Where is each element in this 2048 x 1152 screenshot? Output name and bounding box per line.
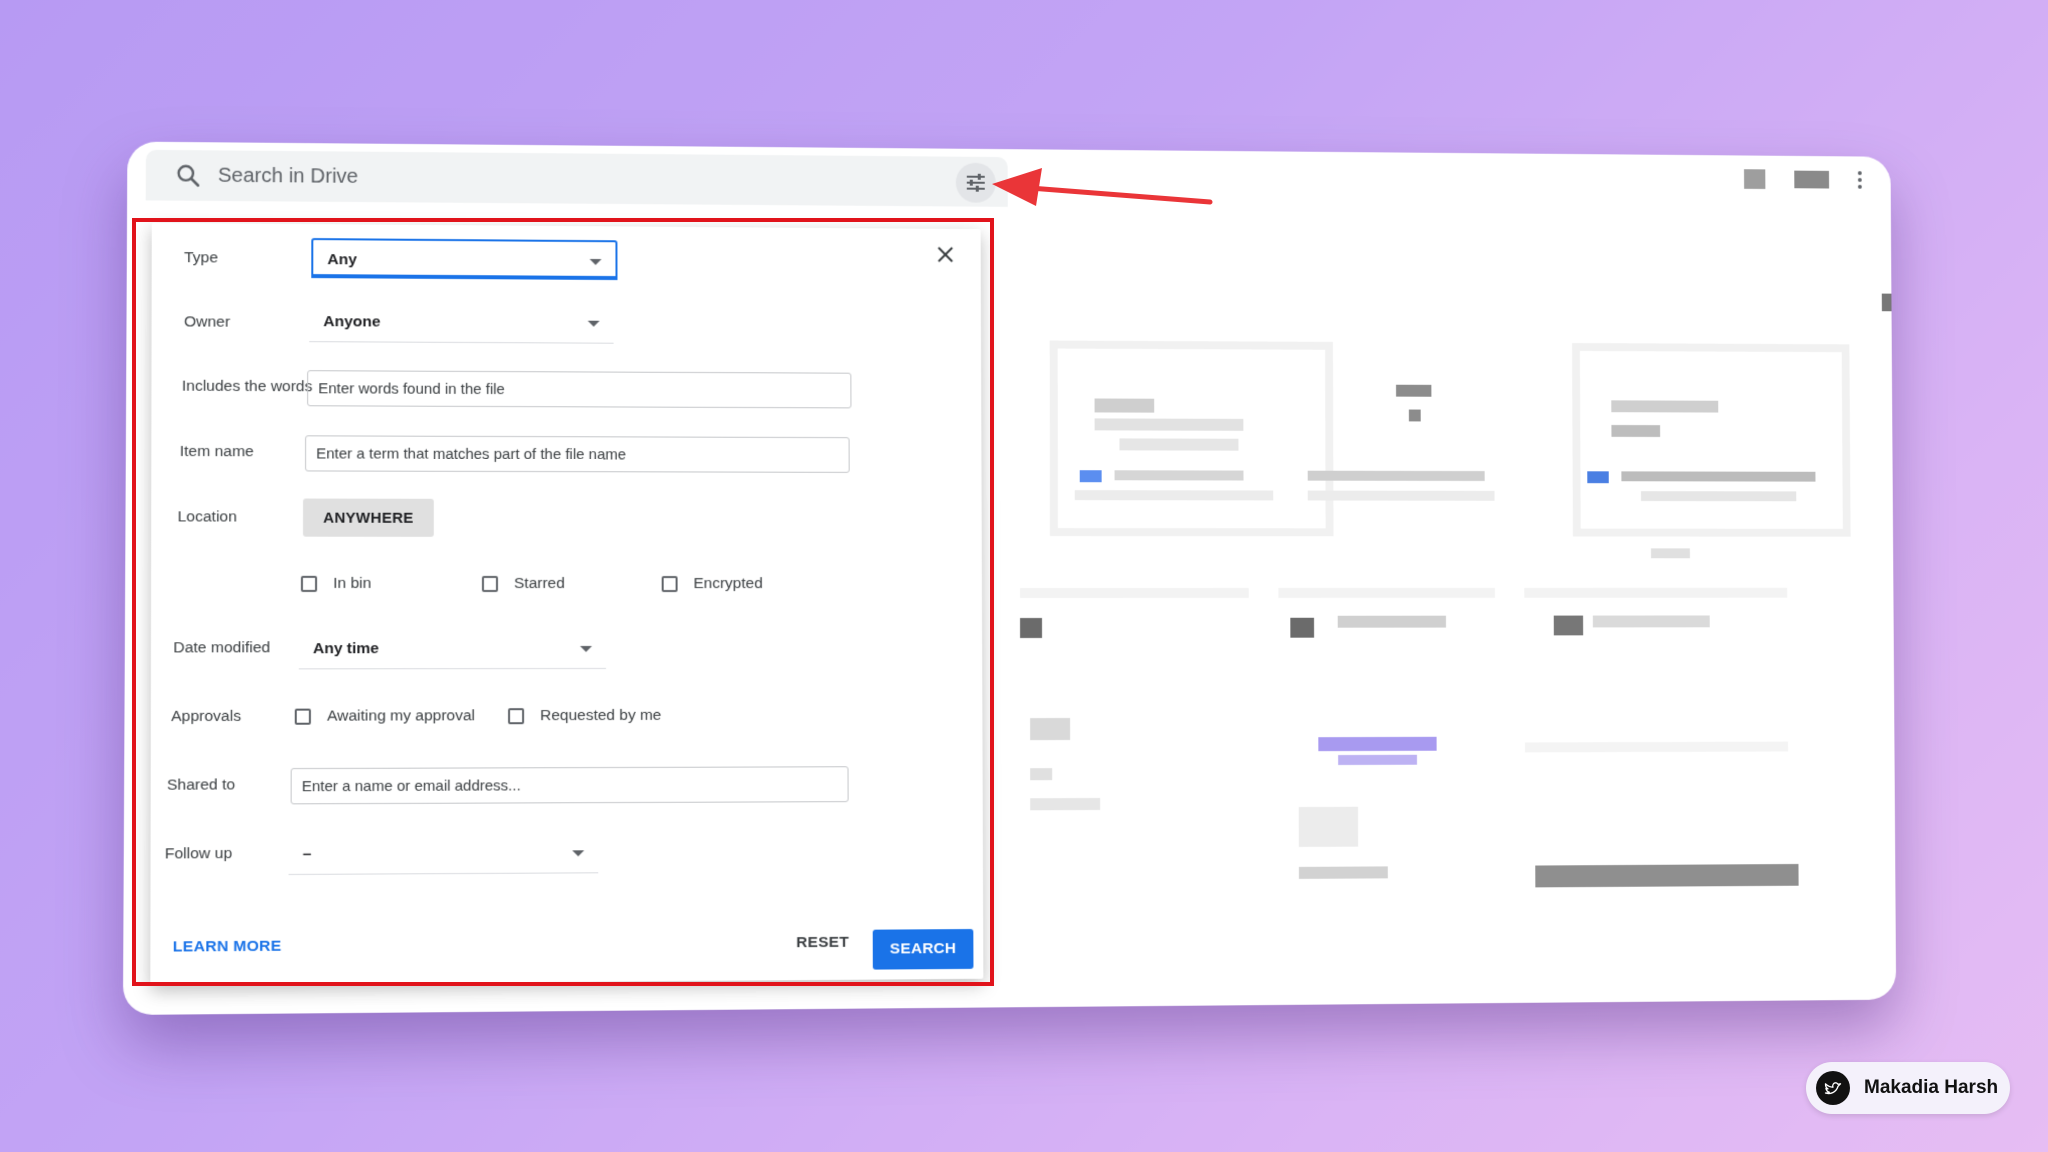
requested-by-me-checkbox[interactable]: Requested by me [508, 707, 661, 725]
more-vert-icon[interactable] [1857, 171, 1862, 189]
reset-button[interactable]: RESET [796, 934, 849, 952]
header-icons [1744, 169, 1862, 190]
item-name-row: Item name Enter a term that matches part… [151, 431, 981, 477]
checkbox-icon [294, 708, 311, 725]
author-name: Makadia Harsh [1864, 1077, 1999, 1098]
item-name-label: Item name [179, 442, 254, 461]
location-anywhere-button[interactable]: ANYWHERE [302, 498, 434, 537]
dropdown-arrow-icon [587, 320, 600, 327]
follow-up-value: – [302, 845, 312, 863]
awaiting-approval-label: Awaiting my approval [327, 707, 476, 725]
requested-by-me-label: Requested by me [540, 706, 662, 725]
checkbox-icon [300, 575, 318, 592]
owner-value: Anyone [323, 313, 381, 331]
flags-row: In bin Starred Encrypted [151, 563, 982, 607]
item-name-input[interactable]: Enter a term that matches part of the fi… [305, 435, 850, 473]
date-modified-value: Any time [312, 640, 379, 658]
shared-to-label: Shared to [166, 776, 236, 794]
shared-to-input[interactable]: Enter a name or email address... [290, 766, 849, 805]
encrypted-label: Encrypted [693, 575, 763, 593]
tune-icon [964, 171, 988, 195]
starred-label: Starred [513, 574, 565, 593]
approvals-row: Approvals Awaiting my approval Requested… [151, 694, 983, 740]
in-bin-checkbox[interactable]: In bin [300, 574, 372, 593]
follow-up-dropdown[interactable]: – [288, 833, 599, 875]
author-badge: Makadia Harsh [1806, 1062, 2010, 1114]
checkbox-icon [508, 708, 525, 725]
owner-row: Owner Anyone [152, 301, 981, 349]
location-row: Location ANYWHERE [151, 496, 982, 541]
location-label: Location [177, 508, 237, 526]
annotation-arrow [992, 168, 1213, 206]
help-icon[interactable] [1744, 169, 1766, 189]
follow-up-label: Follow up [164, 844, 233, 863]
type-label: Type [184, 249, 219, 267]
approvals-label: Approvals [171, 707, 242, 726]
owner-label: Owner [183, 313, 231, 331]
date-modified-label: Date modified [173, 639, 271, 657]
settings-icon[interactable] [1794, 170, 1830, 189]
type-dropdown[interactable]: Any [311, 238, 618, 281]
checkbox-icon [661, 576, 678, 593]
dropdown-arrow-icon [589, 258, 602, 266]
bird-icon [1816, 1071, 1850, 1105]
date-modified-row: Date modified Any time [151, 627, 982, 672]
awaiting-approval-checkbox[interactable]: Awaiting my approval [294, 707, 476, 726]
blurred-file-grid [1020, 293, 1897, 1015]
dropdown-arrow-icon [580, 645, 593, 652]
follow-up-row: Follow up – [151, 829, 983, 877]
type-row: Type Any [152, 237, 981, 286]
advanced-search-panel: Type Any Owner Anyone Includes the words… [150, 222, 984, 986]
search-input[interactable]: Search in Drive [218, 164, 358, 188]
includes-input[interactable]: Enter words found in the file [307, 370, 852, 409]
includes-row: Includes the words Enter words found in … [151, 365, 981, 412]
search-icon[interactable] [175, 162, 202, 189]
learn-more-link[interactable]: LEARN MORE [173, 938, 282, 957]
starred-checkbox[interactable]: Starred [481, 574, 565, 593]
encrypted-checkbox[interactable]: Encrypted [661, 575, 763, 593]
search-button[interactable]: SEARCH [872, 929, 974, 970]
dropdown-arrow-icon [572, 850, 585, 857]
search-bar[interactable]: Search in Drive [145, 149, 1008, 207]
in-bin-label: In bin [333, 574, 372, 592]
type-value: Any [327, 251, 357, 269]
date-modified-dropdown[interactable]: Any time [298, 628, 607, 670]
includes-label: Includes the words [181, 377, 313, 396]
checkbox-icon [481, 575, 498, 592]
owner-dropdown[interactable]: Anyone [309, 302, 614, 344]
shared-to-row: Shared to Enter a name or email address.… [151, 762, 983, 809]
